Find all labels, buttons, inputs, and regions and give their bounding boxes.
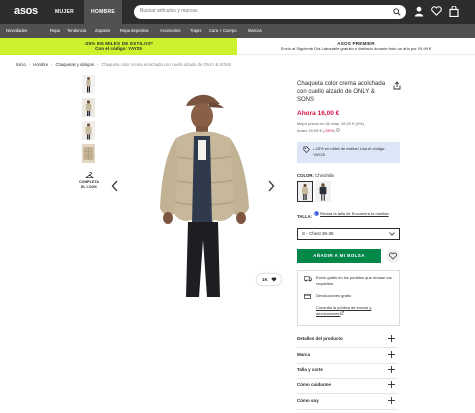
breadcrumb-current: Chaqueta color crema acolchada con cuell… — [101, 62, 232, 67]
top-navigation-bar: asos MUJER HOMBRE Buscar artículos y mar… — [0, 0, 475, 24]
chevron-down-icon — [389, 232, 395, 236]
category-cara-cuerpo[interactable]: Cara + Cuerpo — [209, 28, 237, 33]
category-zapatos[interactable]: Zapatos — [95, 28, 110, 33]
returns-text: Devoluciones gratis — [316, 293, 351, 298]
breadcrumb: Inicio › Hombre › Chaquetas y abrigos › Chaque… — [16, 62, 231, 67]
tag-icon — [303, 146, 310, 153]
complete-the-look-button[interactable]: COMPLETA EL LOOK — [78, 172, 100, 189]
gallery-thumbnail-1[interactable] — [82, 75, 95, 94]
main-product-image[interactable] — [152, 90, 257, 297]
next-image-chevron-icon[interactable] — [267, 180, 275, 192]
plus-icon — [388, 366, 395, 373]
category-novedades[interactable]: Novedades — [6, 28, 27, 33]
breadcrumb-separator: › — [28, 62, 31, 67]
returns-policy-link[interactable]: Consulta la política de envíos y devoluc… — [316, 305, 392, 316]
returns-box-icon — [304, 293, 311, 299]
size-guide: i Revisa la talla de Encuentra tu medida — [314, 211, 398, 217]
previous-image-chevron-icon[interactable] — [111, 180, 119, 192]
plus-icon — [388, 351, 395, 358]
promo-discount-code: Con el código: YAY25 — [95, 46, 142, 51]
heart-icon — [271, 277, 277, 282]
category-ropa[interactable]: Ropa — [50, 28, 60, 33]
gallery-thumbnail-3[interactable] — [82, 121, 95, 140]
category-trajes[interactable]: Trajes — [190, 28, 201, 33]
breadcrumb-chaquetas[interactable]: Chaquetas y abrigos — [56, 62, 94, 67]
size-guide-link[interactable]: Revisa la talla de Encuentra tu medida — [320, 211, 388, 216]
search-placeholder: Buscar artículos y marcas — [140, 8, 198, 14]
accordion-about-me[interactable]: Cómo soy — [297, 394, 397, 410]
likes-count: 1K — [262, 277, 268, 282]
promo-discount-title: -25% EN MILES DE ESTILOS* — [83, 40, 154, 46]
accordion-size-fit[interactable]: Talla y corte — [297, 363, 397, 379]
tab-hombre[interactable]: HOMBRE — [84, 0, 122, 24]
discount-code-banner: ¡-25% en miles de estilos! Usa el código… — [297, 142, 400, 163]
breadcrumb-separator: › — [96, 62, 99, 67]
category-ropa-deportiva[interactable]: Ropa deportiva — [120, 28, 148, 33]
plus-icon — [388, 381, 395, 388]
category-navigation: Novedades Ropa Tendencia Zapatos Ropa de… — [0, 24, 475, 38]
color-swatch-chinchilla[interactable] — [297, 181, 313, 202]
color-value: Chinchilla — [315, 173, 334, 178]
accordion-label: Cómo soy — [297, 398, 319, 403]
info-icon[interactable] — [336, 128, 340, 132]
previous-price-amount: Antes 39,99 € ( — [297, 128, 325, 133]
promo-banner-discount[interactable]: -25% EN MILES DE ESTILOS* Con el código:… — [0, 38, 237, 55]
color-swatch-dark[interactable] — [315, 181, 331, 202]
share-icon[interactable] — [393, 81, 401, 90]
accordion-label: Cómo cuidarme — [297, 382, 332, 387]
hanger-icon — [84, 172, 94, 179]
complete-look-line2: EL LOOK — [81, 184, 97, 189]
account-icon[interactable] — [414, 6, 424, 17]
size-label: TALLA: — [297, 214, 313, 219]
product-title: Chaqueta color crema acolchada con cuell… — [297, 81, 386, 103]
color-label: COLOR: Chinchilla — [297, 173, 334, 178]
tab-mujer[interactable]: MUJER — [48, 0, 81, 24]
category-accesorios[interactable]: Accesorios — [160, 28, 180, 33]
promo-banner-premier[interactable]: ASOS PREMIER Envío al Siguiente Día Labo… — [237, 38, 475, 55]
delivery-truck-icon — [304, 276, 312, 282]
previous-price: Antes 39,99 € (-59%) — [297, 128, 340, 133]
plus-icon — [388, 335, 395, 342]
accordion-label: Marca — [297, 352, 311, 357]
color-label-title: COLOR: — [297, 173, 314, 178]
heart-icon — [389, 252, 397, 260]
gallery-thumbnail-2[interactable] — [82, 98, 95, 117]
gallery-thumbnail-4[interactable] — [82, 144, 95, 163]
size-selected-value: S - Chest 36-38 — [302, 231, 334, 236]
recent-lowest-price: Mejor precio en 30 días: 16,00 € (0%) — [297, 121, 364, 126]
promo-premier-text: Envío al Siguiente Día Laborable gratuit… — [280, 46, 432, 52]
accordion-care[interactable]: Cómo cuidarme — [297, 378, 397, 394]
search-icon[interactable] — [393, 8, 401, 16]
previous-price-suffix: ) — [333, 128, 335, 133]
search-input[interactable]: Buscar artículos y marcas — [134, 5, 406, 19]
external-link-icon — [340, 310, 345, 315]
breadcrumb-separator: › — [51, 62, 53, 67]
delivery-text: Envío gratis en los pedidos que reúnan l… — [316, 275, 392, 286]
category-tendencia[interactable]: Tendencia — [67, 28, 86, 33]
accordion-brand[interactable]: Marca — [297, 348, 397, 364]
size-guide-icon: i — [314, 211, 319, 217]
delivery-info-box: Envío gratis en los pedidos que reúnan l… — [297, 270, 400, 326]
current-price: Ahora 16,00 € — [297, 110, 340, 117]
discount-code-text: ¡-25% en miles de estilos! Usa el código… — [313, 146, 386, 157]
category-marcas[interactable]: Marcas — [248, 28, 262, 33]
breadcrumb-hombre[interactable]: Hombre — [33, 62, 48, 67]
likes-badge[interactable]: 1K — [257, 274, 281, 285]
breadcrumb-inicio[interactable]: Inicio — [16, 62, 26, 67]
add-to-bag-button[interactable]: AÑADIR A MI BOLSA — [297, 249, 381, 263]
save-for-later-button[interactable] — [386, 249, 400, 263]
shopping-bag-icon[interactable] — [449, 6, 459, 17]
plus-icon — [388, 397, 395, 404]
accordion-label: Detalles del producto — [297, 336, 343, 341]
size-select[interactable]: S - Chest 36-38 — [297, 228, 400, 240]
promo-premier-title: ASOS PREMIER — [337, 40, 375, 46]
accordion-product-details[interactable]: Detalles del producto — [297, 332, 397, 348]
saved-items-heart-icon[interactable] — [431, 6, 442, 16]
asos-logo[interactable]: asos — [14, 5, 38, 17]
accordion-label: Talla y corte — [297, 367, 323, 372]
